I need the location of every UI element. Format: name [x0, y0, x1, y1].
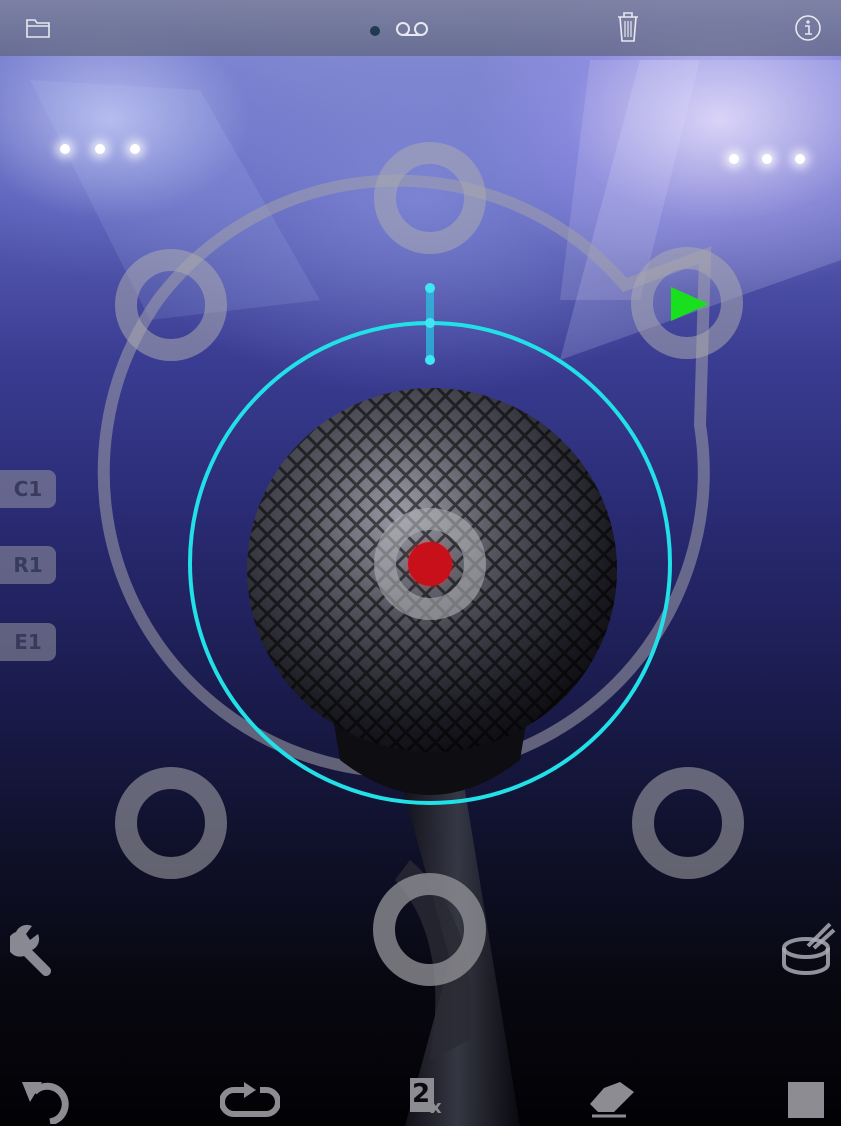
drum-icon[interactable]: [780, 922, 836, 978]
stage-background: C1 R1 E1: [0, 0, 841, 1126]
e1-button[interactable]: E1: [0, 623, 56, 661]
trash-icon[interactable]: [614, 10, 642, 44]
loop-slot-top[interactable]: [374, 142, 486, 254]
loop-icon[interactable]: [220, 1082, 280, 1122]
play-icon[interactable]: [653, 269, 721, 337]
stop-icon[interactable]: [788, 1082, 824, 1118]
double-speed-icon[interactable]: 2 x: [410, 1074, 444, 1120]
double-speed-digit: 2: [412, 1079, 431, 1109]
level-slider[interactable]: [423, 282, 437, 366]
eraser-icon[interactable]: [586, 1082, 638, 1122]
loop-slot-top-right[interactable]: [631, 247, 743, 359]
loop-slot-top-left[interactable]: [115, 249, 227, 361]
r1-button[interactable]: R1: [0, 546, 56, 584]
double-speed-sub: x: [430, 1097, 442, 1118]
top-toolbar: [0, 0, 841, 56]
loop-slot-bottom-right[interactable]: [632, 767, 744, 879]
wrench-icon[interactable]: [10, 922, 66, 978]
undo-icon[interactable]: [20, 1078, 76, 1124]
voicemail-icon[interactable]: [393, 14, 433, 42]
record-indicator: [408, 542, 452, 586]
loop-slot-bottom[interactable]: [373, 873, 486, 986]
bottom-toolbar: 2 x: [0, 1060, 841, 1126]
status-dot: [370, 26, 380, 36]
info-icon[interactable]: [794, 14, 822, 42]
folder-icon[interactable]: [24, 14, 52, 42]
c1-button[interactable]: C1: [0, 470, 56, 508]
record-button[interactable]: [374, 508, 486, 620]
loop-slot-bottom-left[interactable]: [115, 767, 227, 879]
